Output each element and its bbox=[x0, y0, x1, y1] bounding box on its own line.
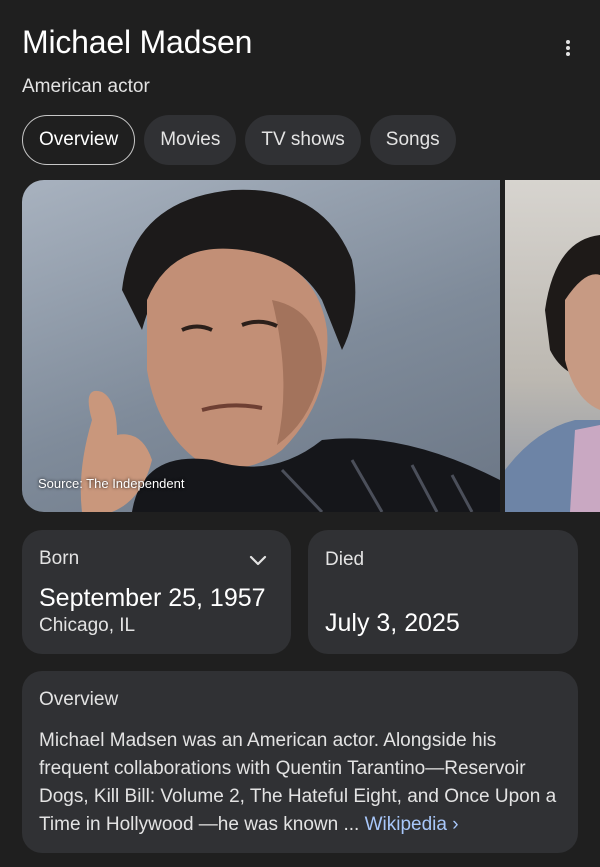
more-vert-icon[interactable] bbox=[556, 36, 580, 60]
tab-movies[interactable]: Movies bbox=[144, 115, 237, 165]
born-card[interactable]: Born September 25, 1957 Chicago, IL bbox=[22, 530, 291, 654]
overview-title: Overview bbox=[39, 689, 119, 710]
tab-bar: Overview Movies TV shows Songs bbox=[22, 115, 456, 165]
wikipedia-link[interactable]: Wikipedia › bbox=[365, 814, 459, 835]
died-label: Died bbox=[325, 549, 365, 570]
tab-tv-shows[interactable]: TV shows bbox=[245, 115, 361, 165]
born-place: Chicago, IL bbox=[39, 615, 136, 636]
overview-text: Michael Madsen was an American actor. Al… bbox=[39, 727, 569, 839]
main-photo[interactable]: Source: The Independent bbox=[22, 180, 500, 512]
born-label: Born bbox=[39, 548, 80, 569]
born-date: September 25, 1957 bbox=[39, 584, 266, 612]
entity-subtitle: American actor bbox=[22, 76, 150, 97]
tab-songs[interactable]: Songs bbox=[369, 115, 456, 165]
overview-card: Overview Michael Madsen was an American … bbox=[22, 671, 578, 853]
died-card: Died July 3, 2025 bbox=[308, 530, 578, 654]
image-source-caption[interactable]: Source: The Independent bbox=[38, 476, 185, 491]
secondary-photo[interactable] bbox=[505, 180, 600, 512]
secondary-portrait-illustration bbox=[505, 235, 600, 512]
chevron-down-icon[interactable] bbox=[248, 550, 268, 570]
overview-description: Michael Madsen was an American actor. Al… bbox=[39, 730, 557, 835]
entity-title: Michael Madsen bbox=[22, 24, 253, 60]
died-date: July 3, 2025 bbox=[325, 609, 460, 637]
portrait-illustration bbox=[80, 189, 500, 512]
tab-overview[interactable]: Overview bbox=[22, 115, 136, 165]
